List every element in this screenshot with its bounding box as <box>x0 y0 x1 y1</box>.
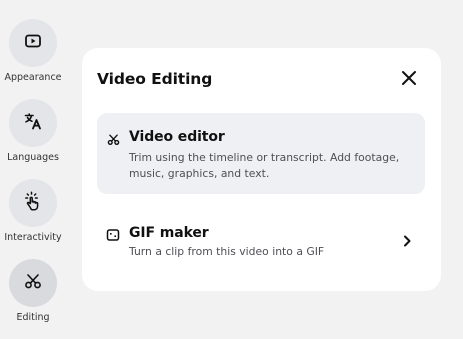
video-editing-panel: Video Editing Video editor Trim using th… <box>82 48 441 291</box>
close-icon <box>401 70 417 90</box>
sidebar-item-interactivity[interactable]: Interactivity <box>0 179 66 243</box>
translate-icon <box>23 111 43 135</box>
sidebar-item-editing-button[interactable] <box>9 259 57 307</box>
sidebar: Appearance Languages Interactivity Editi… <box>0 0 66 339</box>
scissors-icon <box>106 132 120 146</box>
sidebar-item-languages[interactable]: Languages <box>0 99 66 163</box>
sidebar-item-label: Languages <box>7 152 59 163</box>
scissors-icon <box>24 272 42 294</box>
option-description: Turn a clip from this video into a GIF <box>129 245 325 258</box>
sidebar-item-editing[interactable]: Editing <box>0 259 66 323</box>
sidebar-item-appearance-button[interactable] <box>9 19 57 67</box>
option-title: Video editor <box>129 129 225 145</box>
sidebar-item-appearance[interactable]: Appearance <box>0 19 66 83</box>
chevron-right-icon <box>401 235 413 247</box>
gif-icon <box>106 228 120 242</box>
video-editor-option[interactable]: Video editor Trim using the timeline or … <box>97 113 425 194</box>
option-title: GIF maker <box>129 225 209 241</box>
sidebar-item-label: Editing <box>16 312 50 323</box>
panel-title: Video Editing <box>97 70 213 88</box>
option-description: Trim using the timeline or transcript. A… <box>129 151 400 180</box>
tap-hand-icon <box>22 190 44 216</box>
sidebar-item-interactivity-button[interactable] <box>9 179 57 227</box>
close-button[interactable] <box>399 70 419 90</box>
sidebar-item-languages-button[interactable] <box>9 99 57 147</box>
sidebar-item-label: Appearance <box>4 72 62 83</box>
sidebar-item-label: Interactivity <box>4 232 62 243</box>
gif-maker-option[interactable]: GIF maker Turn a clip from this video in… <box>97 215 425 265</box>
play-square-icon <box>24 32 42 54</box>
